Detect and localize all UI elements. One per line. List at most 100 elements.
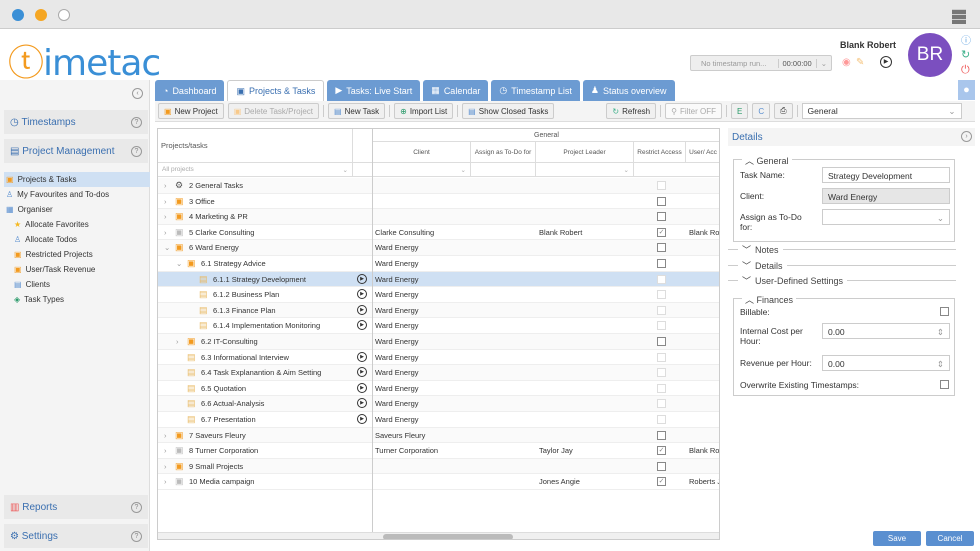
tab-projects-tasks[interactable]: ▣ Projects & Tasks — [227, 80, 325, 101]
window-close-dot[interactable] — [12, 9, 24, 21]
table-row[interactable]: ▤ 6.1.2 Business Plan ▶ Ward Energy — [158, 287, 719, 303]
help-icon[interactable]: ? — [131, 145, 142, 157]
client-filter-select[interactable]: ⌄ — [373, 163, 471, 177]
restrict-checkbox[interactable] — [657, 274, 666, 284]
col-header-leader[interactable]: Project Leader — [536, 142, 634, 163]
timestamp-widget[interactable]: No timestamp run... 00:00:00 ⌄ — [690, 55, 832, 71]
collapse-sidebar-icon[interactable]: ‹ — [132, 88, 143, 99]
tab-tasks-live-start[interactable]: ▶ Tasks: Live Start — [327, 80, 421, 101]
col-header-restrict[interactable]: Restrict Access — [634, 142, 686, 163]
restrict-checkbox[interactable]: ✓ — [657, 477, 666, 487]
horizontal-scrollbar[interactable] — [158, 532, 719, 539]
play-icon[interactable]: ▶ — [357, 398, 367, 409]
play-icon[interactable]: ▶ — [357, 351, 367, 362]
chevron-down-icon[interactable]: ⌄ — [164, 243, 170, 252]
restrict-checkbox[interactable]: ✓ — [657, 446, 666, 456]
table-row[interactable]: ▤ 6.1.4 Implementation Monitoring ▶ Ward En… — [158, 318, 719, 334]
revenue-input[interactable]: 0.00 ⇕ — [822, 355, 950, 371]
sidebar-tree-item[interactable]: ◈ Task Types — [4, 292, 150, 307]
sidebar-tree-item[interactable]: ▤ Clients — [4, 277, 150, 292]
restrict-checkbox[interactable] — [657, 243, 666, 253]
help-icon[interactable]: ? — [131, 501, 142, 513]
sidebar-tree-item[interactable]: ★ Allocate Favorites — [4, 217, 150, 232]
sidebar-item-timestamps[interactable]: ◷ Timestamps? — [4, 110, 148, 134]
restrict-checkbox[interactable] — [657, 212, 666, 222]
edit-icon[interactable]: ✎ — [856, 57, 864, 68]
leader-filter-select[interactable]: ⌄ — [536, 163, 634, 177]
chevron-right-icon[interactable]: › — [164, 431, 167, 440]
new-task-button[interactable]: ▤ New Task — [328, 103, 386, 119]
restrict-checkbox[interactable] — [657, 321, 666, 331]
menu-icon[interactable]: ▬ ▬ ▬ — [952, 2, 968, 26]
col-header-client[interactable]: Client — [373, 142, 471, 163]
spinner-icon[interactable]: ⇕ — [937, 327, 944, 338]
spinner-icon[interactable]: ⇕ — [937, 359, 944, 370]
table-row[interactable]: › ▣ 7 Saveurs Fleury Saveurs Fleury — [158, 427, 719, 444]
sidebar-tree-item[interactable]: ▣ User/Task Revenue — [4, 262, 150, 277]
help-icon[interactable]: ? — [131, 116, 142, 128]
sidebar-item-settings[interactable]: ⚙ Settings? — [4, 524, 148, 548]
table-row[interactable]: › ▣ 6.2 IT-Consulting Ward Energy — [158, 334, 719, 350]
chevron-down-icon[interactable]: ⌄ — [176, 259, 182, 268]
restrict-checkbox[interactable] — [657, 181, 666, 190]
chevron-right-icon[interactable]: › — [164, 228, 167, 237]
table-row[interactable]: ⌄ ▣ 6 Ward Energy Ward Energy — [158, 240, 719, 256]
tab-timestamp-list[interactable]: ◷ Timestamp List — [491, 80, 580, 101]
chevron-right-icon[interactable]: › — [164, 462, 167, 471]
restrict-checkbox[interactable] — [657, 290, 666, 300]
project-filter-select[interactable]: All projects ⌄ — [158, 163, 353, 177]
col-header-projects[interactable]: Projects/tasks — [158, 129, 353, 163]
save-button[interactable]: Save — [873, 531, 921, 546]
table-row[interactable]: ▤ 6.3 Informational Interview ▶ Ward Energy — [158, 350, 719, 366]
finances-legend[interactable]: ︿ Finances — [742, 293, 797, 306]
play-icon[interactable]: ▶ — [357, 320, 367, 331]
task-name-input[interactable]: Strategy Development — [822, 167, 950, 183]
play-icon[interactable]: ▶ — [357, 367, 367, 378]
user-defined-section[interactable]: ﹀ User-Defined Settings — [728, 274, 956, 287]
details-section[interactable]: ﹀ Details — [728, 259, 956, 272]
new-project-button[interactable]: ▣ New Project — [158, 103, 224, 119]
export-excel-button[interactable]: E — [730, 103, 749, 119]
cancel-button[interactable]: Cancel — [926, 531, 974, 546]
chevron-right-icon[interactable]: › — [176, 337, 179, 346]
table-row[interactable]: › ▣ 8 Turner Corporation Turner Corporation… — [158, 443, 719, 459]
refresh-button[interactable]: ↻ Refresh — [606, 103, 657, 119]
sidebar-item-reports[interactable]: ▥ Reports? — [4, 495, 148, 519]
notes-section[interactable]: ﹀ Notes — [728, 243, 956, 256]
power-icon[interactable]: ⏻ — [961, 64, 970, 77]
chevron-right-icon[interactable]: › — [164, 212, 167, 221]
chevron-down-icon[interactable]: ⌄ — [815, 58, 831, 68]
table-row[interactable]: ▤ 6.6 Actual-Analysis ▶ Ward Energy — [158, 396, 719, 412]
tab-dashboard[interactable]: ◔ Dashboard — [155, 80, 225, 101]
general-legend[interactable]: ︿ General — [742, 154, 792, 167]
restrict-checkbox[interactable] — [657, 383, 666, 393]
table-row[interactable]: ▤ 6.5 Quotation ▶ Ward Energy — [158, 381, 719, 397]
stop-icon[interactable]: ◉ — [842, 57, 851, 68]
collapse-details-icon[interactable]: › — [961, 131, 972, 142]
table-row[interactable]: ▤ 6.1.1 Strategy Development ▶ Ward Energy — [158, 271, 719, 288]
view-select[interactable]: General ⌄ — [801, 103, 962, 119]
show-closed-tasks-button[interactable]: ▤ Show Closed Tasks — [462, 103, 555, 119]
restrict-checkbox[interactable] — [657, 430, 666, 440]
tab-status-overview[interactable]: ♟ Status overview — [582, 80, 675, 101]
table-row[interactable]: ▤ 6.1.3 Finance Plan ▶ Ward Energy — [158, 302, 719, 319]
chevron-right-icon[interactable]: › — [164, 446, 167, 455]
restrict-checkbox[interactable] — [657, 399, 666, 409]
window-maximize-dot[interactable] — [58, 9, 70, 21]
scrollbar-thumb[interactable] — [383, 534, 513, 539]
restrict-checkbox[interactable] — [657, 368, 666, 378]
delete-task-button[interactable]: ▣ Delete Task/Project — [227, 103, 320, 119]
restrict-checkbox[interactable] — [657, 196, 666, 206]
play-icon[interactable]: ▶ — [880, 56, 892, 68]
restrict-checkbox[interactable]: ✓ — [657, 227, 666, 237]
chevron-right-icon[interactable]: › — [164, 477, 167, 486]
restrict-checkbox[interactable] — [657, 259, 666, 268]
play-icon[interactable]: ▶ — [357, 289, 367, 300]
table-row[interactable]: › ▣ 4 Marketing & PR — [158, 209, 719, 225]
assign-todo-select[interactable]: ⌄ — [822, 209, 950, 225]
help-icon[interactable]: ⓘ — [961, 32, 971, 47]
restrict-checkbox[interactable] — [657, 461, 666, 471]
table-row[interactable]: › ▣ 9 Small Projects — [158, 458, 719, 475]
lightbulb-icon[interactable]: ● — [958, 80, 975, 100]
restrict-checkbox[interactable] — [657, 337, 666, 346]
